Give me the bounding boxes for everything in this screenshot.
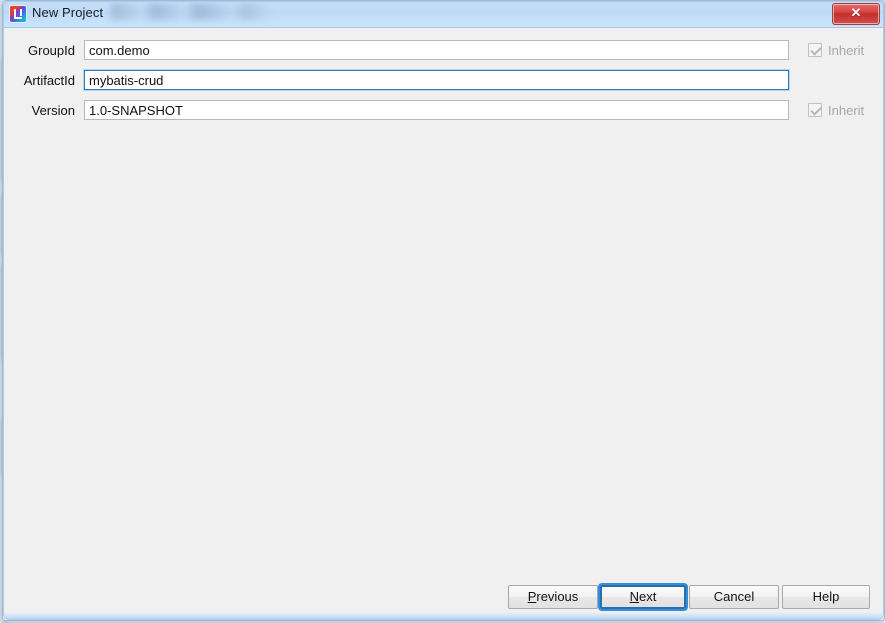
maven-coordinates-form: GroupId Inherit ArtifactId Version Inher… xyxy=(3,28,884,575)
next-button[interactable]: Next xyxy=(600,585,686,609)
form-row-groupid: GroupId Inherit xyxy=(3,40,884,62)
close-icon: ✕ xyxy=(850,5,862,20)
title-obscured-region xyxy=(111,3,271,20)
artifactid-input[interactable] xyxy=(84,70,789,90)
groupid-inherit-label: Inherit xyxy=(828,43,865,58)
version-input[interactable] xyxy=(84,100,789,120)
previous-button[interactable]: Previous xyxy=(508,585,598,609)
close-button[interactable]: ✕ xyxy=(832,3,880,25)
intellij-idea-icon xyxy=(10,6,26,22)
form-row-version: Version Inherit xyxy=(3,100,884,122)
new-project-dialog: New Project ✕ GroupId Inherit ArtifactId xyxy=(2,0,885,621)
form-row-artifactid: ArtifactId xyxy=(3,70,884,92)
help-button[interactable]: Help xyxy=(782,585,870,609)
artifactid-label: ArtifactId xyxy=(23,73,75,88)
version-label: Version xyxy=(31,103,75,118)
groupid-label: GroupId xyxy=(28,43,75,58)
groupid-inherit-checkbox[interactable] xyxy=(808,43,822,57)
dialog-title: New Project xyxy=(32,5,104,20)
next-mnemonic: N xyxy=(629,589,640,604)
next-label-rest: ext xyxy=(639,589,657,604)
groupid-input[interactable] xyxy=(84,40,789,60)
previous-label-rest: revious xyxy=(536,589,579,604)
screenshot-root: New Project ✕ GroupId Inherit ArtifactId xyxy=(0,0,885,623)
dialog-button-bar: Previous Next Cancel Help xyxy=(3,575,884,619)
dialog-body: GroupId Inherit ArtifactId Version Inher… xyxy=(3,28,884,619)
cancel-button[interactable]: Cancel xyxy=(689,585,779,609)
version-inherit-checkbox[interactable] xyxy=(808,103,822,117)
dialog-titlebar[interactable]: New Project ✕ xyxy=(3,1,884,28)
version-inherit-label: Inherit xyxy=(828,103,865,118)
